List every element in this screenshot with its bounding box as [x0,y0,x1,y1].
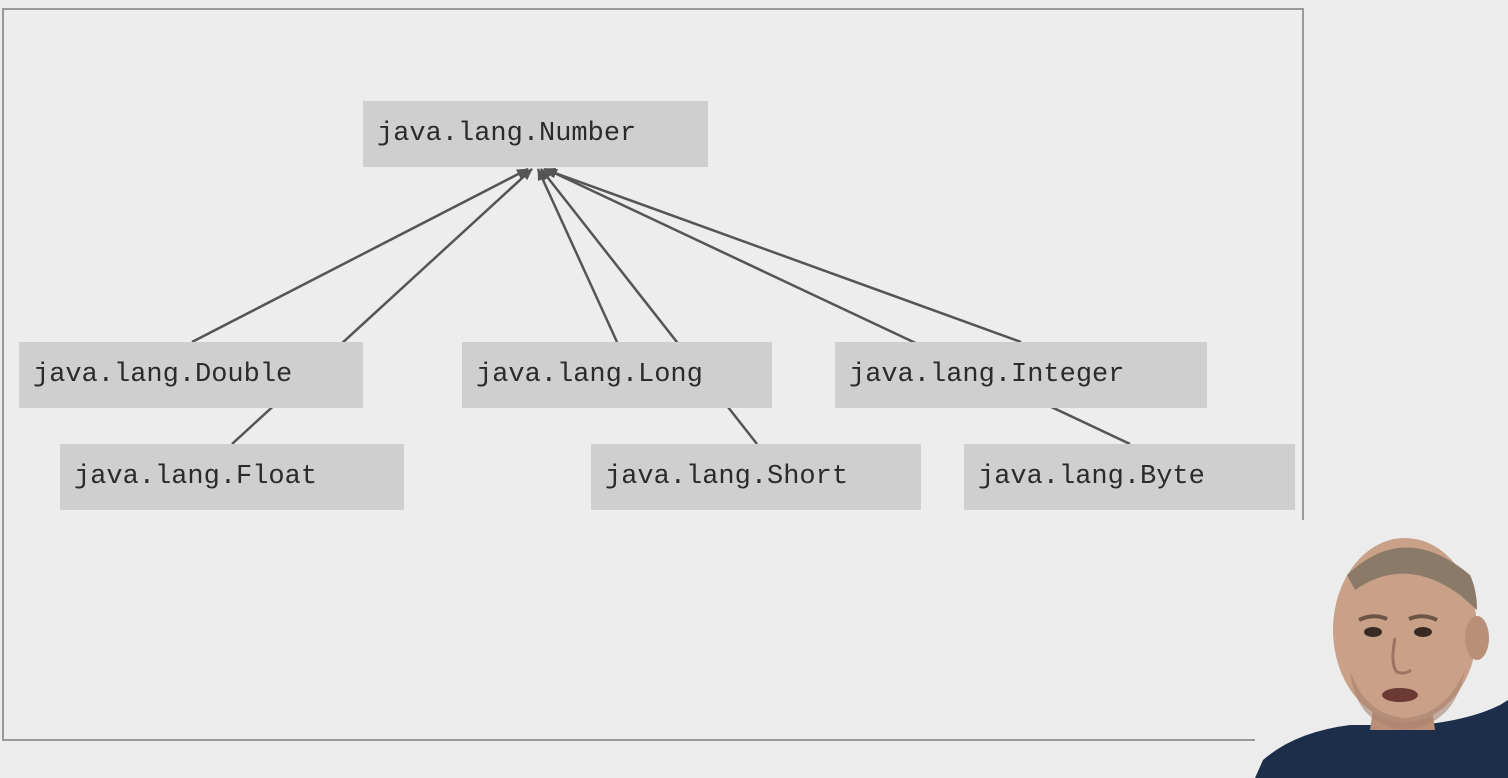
node-java-lang-long: java.lang.Long [462,342,772,408]
node-java-lang-double: java.lang.Double [19,342,363,408]
node-java-lang-number: java.lang.Number [363,101,708,167]
node-java-lang-integer: java.lang.Integer [835,342,1207,408]
presenter-figure [1255,520,1508,778]
node-java-lang-float: java.lang.Float [60,444,404,510]
screen: java.lang.Number java.lang.Double java.l… [0,0,1508,778]
edge-long-to-number [536,168,619,343]
node-java-lang-short: java.lang.Short [591,444,921,510]
presenter-webcam [1255,520,1508,778]
node-java-lang-byte: java.lang.Byte [964,444,1295,510]
edge-double-to-number [191,167,529,344]
edge-integer-to-number [543,167,1022,344]
